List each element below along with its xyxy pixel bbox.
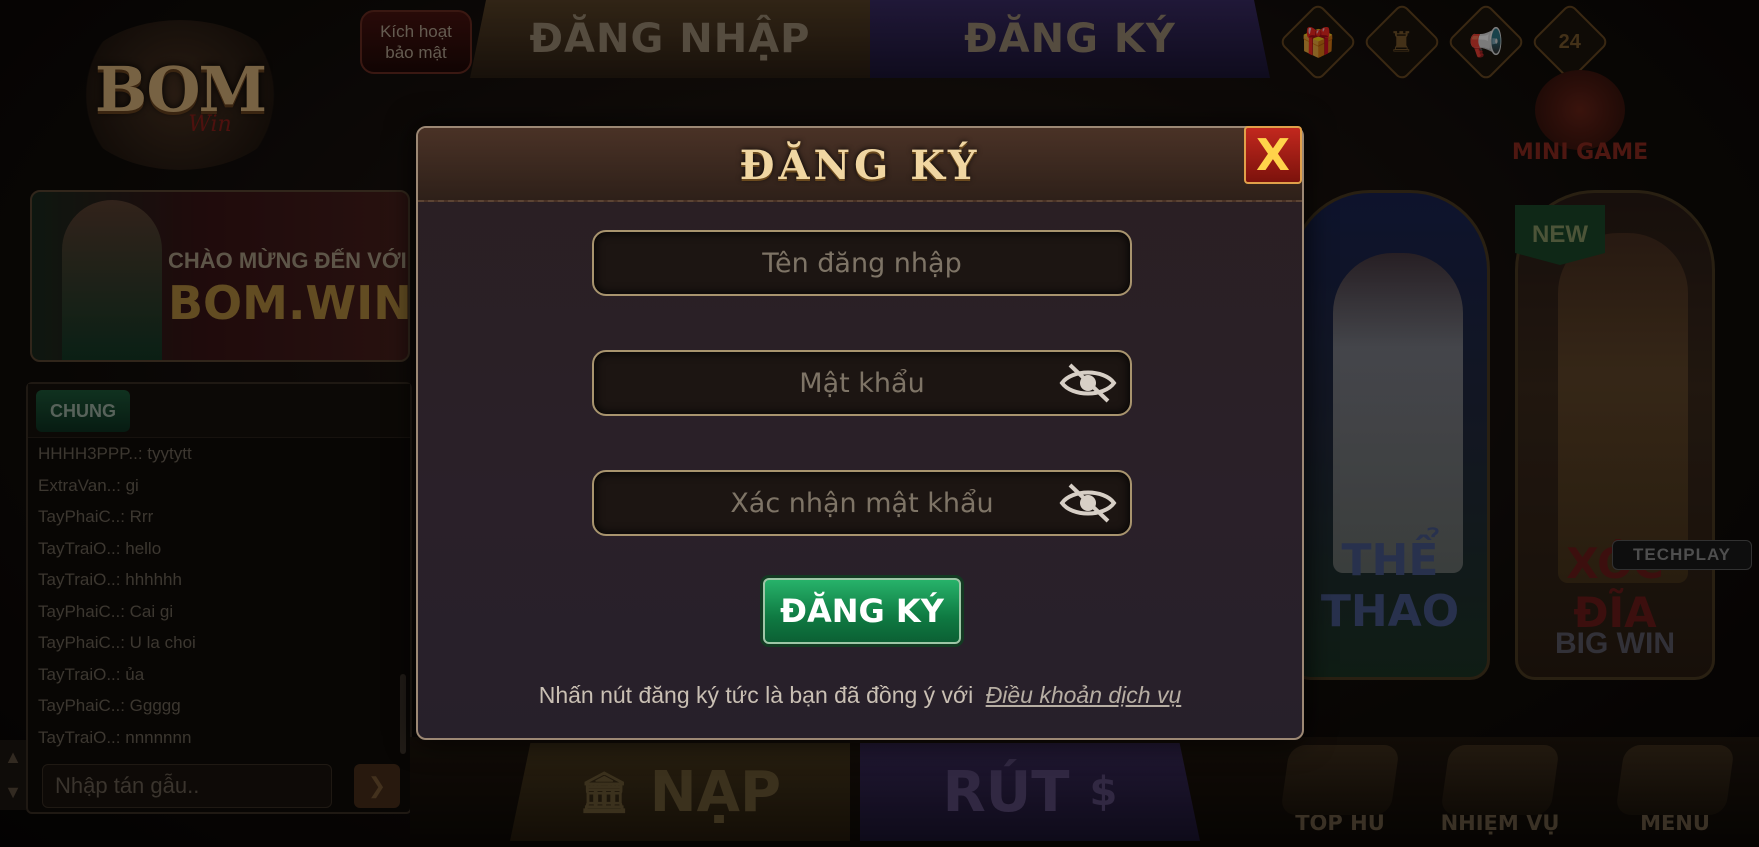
terms-text: Nhấn nút đăng ký tức là bạn đã đồng ý vớ…: [538, 682, 974, 708]
terms-of-service-link[interactable]: Điều khoản dịch vụ: [986, 682, 1182, 708]
register-submit-button[interactable]: ĐĂNG KÝ: [763, 578, 961, 644]
register-modal: ĐĂNG KÝ X ĐĂNG KÝ Nhấn nút đăng ký tức l…: [416, 126, 1304, 740]
username-input[interactable]: [594, 232, 1130, 294]
terms-notice: Nhấn nút đăng ký tức là bạn đã đồng ý vớ…: [418, 682, 1302, 709]
modal-title: ĐĂNG KÝ: [739, 142, 981, 189]
password-input[interactable]: [594, 352, 1130, 414]
close-button[interactable]: X: [1244, 126, 1302, 184]
password-field: [592, 350, 1132, 416]
confirm-password-input[interactable]: [594, 472, 1130, 534]
modal-header: ĐĂNG KÝ: [418, 128, 1302, 202]
eye-hidden-icon[interactable]: [1058, 481, 1118, 525]
confirm-password-field: [592, 470, 1132, 536]
eye-hidden-icon[interactable]: [1058, 361, 1118, 405]
username-field: [592, 230, 1132, 296]
